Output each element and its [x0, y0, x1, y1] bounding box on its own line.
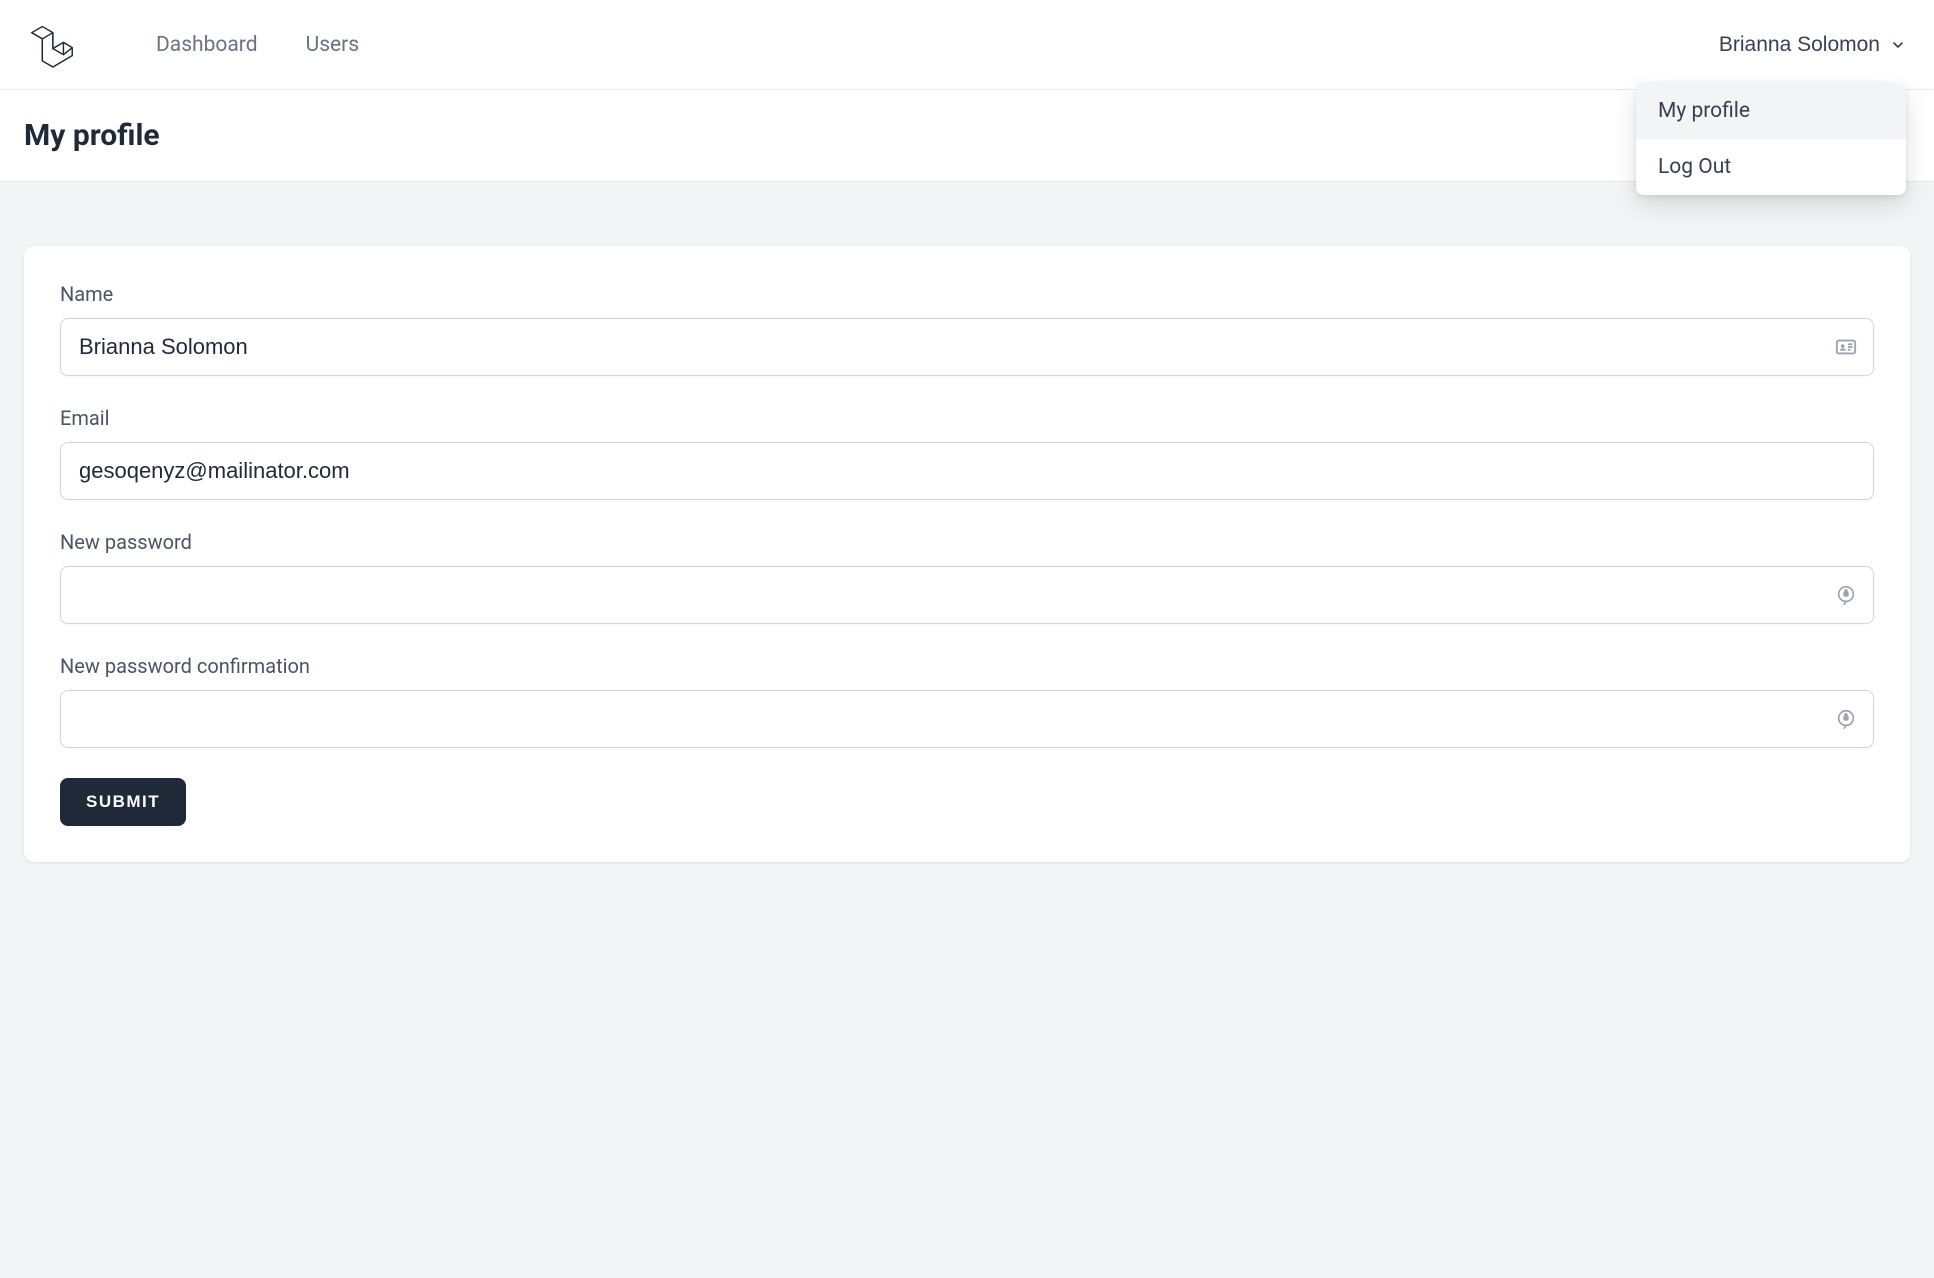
- new-password-input-wrap: [60, 566, 1874, 624]
- password-manager-icon[interactable]: [1834, 707, 1858, 731]
- dropdown-item-logout[interactable]: Log Out: [1636, 139, 1906, 195]
- new-password-confirmation-input-wrap: [60, 690, 1874, 748]
- user-menu-name: Brianna Solomon: [1719, 33, 1880, 57]
- main-nav: Dashboard Users: [156, 33, 359, 57]
- name-input[interactable]: [60, 318, 1874, 376]
- id-card-icon: [1834, 335, 1858, 359]
- field-new-password: New password: [60, 530, 1874, 624]
- page-title: My profile: [24, 118, 1910, 153]
- new-password-confirmation-input[interactable]: [60, 690, 1874, 748]
- nav-dashboard[interactable]: Dashboard: [156, 33, 258, 57]
- laravel-logo-icon: [30, 22, 74, 68]
- email-input[interactable]: [60, 442, 1874, 500]
- topbar: Dashboard Users Brianna Solomon My profi…: [0, 0, 1934, 90]
- chevron-down-icon: [1890, 37, 1906, 53]
- user-menu: Brianna Solomon My profile Log Out: [1719, 25, 1906, 65]
- field-new-password-confirmation: New password confirmation: [60, 654, 1874, 748]
- new-password-confirmation-label: New password confirmation: [60, 654, 1874, 678]
- new-password-input[interactable]: [60, 566, 1874, 624]
- profile-form-card: Name Email: [24, 246, 1910, 862]
- email-input-wrap: [60, 442, 1874, 500]
- name-label: Name: [60, 282, 1874, 306]
- dropdown-item-profile[interactable]: My profile: [1636, 83, 1906, 139]
- user-dropdown: My profile Log Out: [1636, 83, 1906, 195]
- field-email: Email: [60, 406, 1874, 500]
- content: Name Email: [0, 182, 1934, 902]
- password-manager-icon[interactable]: [1834, 583, 1858, 607]
- field-name: Name: [60, 282, 1874, 376]
- nav-users[interactable]: Users: [306, 33, 360, 57]
- submit-button[interactable]: SUBMIT: [60, 778, 186, 826]
- new-password-label: New password: [60, 530, 1874, 554]
- name-input-wrap: [60, 318, 1874, 376]
- email-label: Email: [60, 406, 1874, 430]
- user-menu-trigger[interactable]: Brianna Solomon: [1719, 25, 1906, 65]
- app-logo[interactable]: [28, 21, 76, 69]
